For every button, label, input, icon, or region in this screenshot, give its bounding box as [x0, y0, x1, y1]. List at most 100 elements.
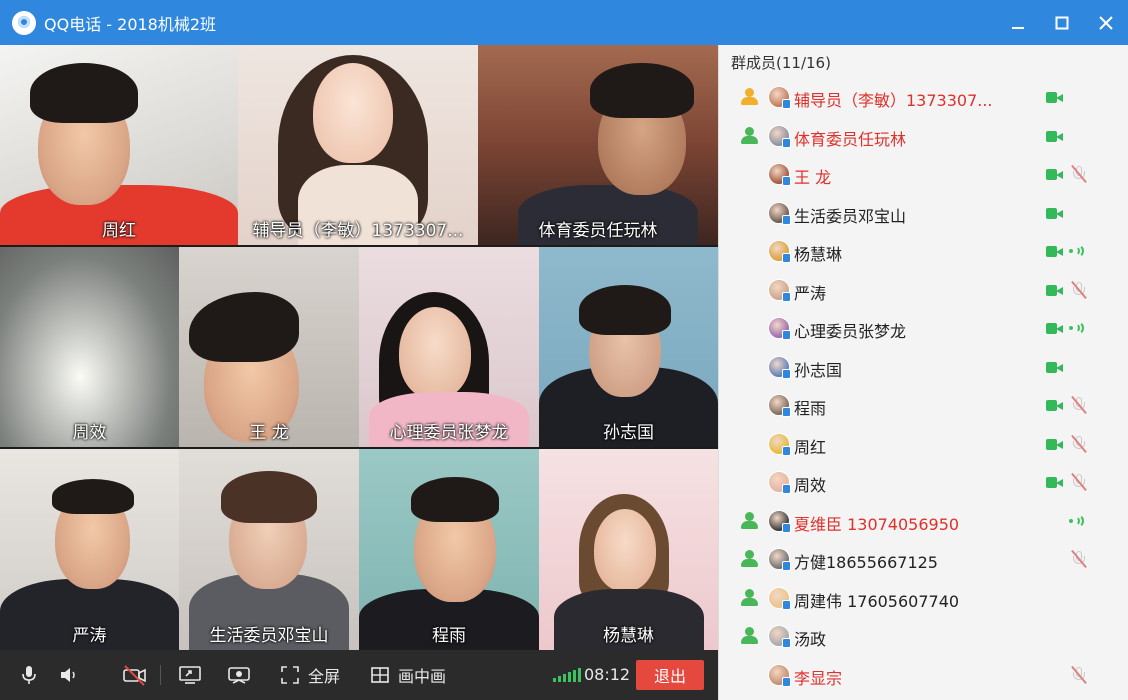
- member-name: 生活委员邓宝山: [794, 206, 907, 226]
- avatar: [768, 663, 791, 687]
- mic-muted-icon: [1069, 280, 1089, 300]
- video-tile[interactable]: 严涛: [0, 449, 179, 650]
- camera-toggle-button[interactable]: [122, 664, 148, 686]
- video-tile-name: 孙志国: [603, 423, 654, 443]
- member-row[interactable]: 方健18655667125: [719, 540, 1128, 578]
- avatar: [768, 471, 791, 494]
- avatar: [768, 355, 791, 379]
- device-badge-icon: [782, 407, 791, 417]
- camera-off-icon: [123, 665, 146, 686]
- member-row[interactable]: 体育委员任玩林: [719, 117, 1128, 155]
- video-tile[interactable]: 心理委员张梦龙: [359, 247, 539, 447]
- camera-on-icon: [1046, 361, 1063, 373]
- avatar: [768, 432, 791, 456]
- video-tile[interactable]: 周红: [0, 45, 238, 245]
- camera-on-icon: [1046, 323, 1063, 334]
- maximize-button[interactable]: [1040, 0, 1084, 45]
- maximize-icon: [1055, 16, 1069, 29]
- mic-muted-icon: [1069, 549, 1089, 569]
- screen-share-button[interactable]: [178, 664, 202, 686]
- device-badge-icon: [782, 99, 791, 109]
- mic-muted-icon: [1069, 164, 1089, 184]
- camera-switch-button[interactable]: [227, 664, 251, 686]
- device-badge-icon: [782, 445, 791, 456]
- camera-on-icon: [1046, 207, 1063, 219]
- picture-in-picture-icon: [371, 667, 389, 683]
- signal-strength-icon: [553, 668, 581, 682]
- camera-on-icon: [1046, 438, 1063, 450]
- member-row[interactable]: 李显宗: [719, 656, 1128, 694]
- avatar: [768, 394, 791, 417]
- member-row[interactable]: 孙志国: [719, 348, 1128, 386]
- member-row[interactable]: 汤政: [719, 617, 1128, 655]
- avatar: [768, 201, 791, 225]
- avatar: [768, 240, 791, 263]
- video-tile-name: 生活委员邓宝山: [209, 626, 329, 646]
- camera-switch-icon: [228, 667, 250, 684]
- admin-person-icon: [739, 511, 759, 531]
- video-tile-name: 程雨: [432, 626, 466, 646]
- member-name: 周红: [794, 437, 827, 457]
- video-tile[interactable]: 周效: [0, 247, 179, 447]
- toolbar-divider: [160, 665, 161, 685]
- video-tile-name: 周效: [72, 423, 107, 443]
- window-title: QQ电话 - 2018机械2班: [44, 14, 217, 34]
- mic-muted-icon: [1069, 472, 1089, 492]
- video-tile-name: 心理委员张梦龙: [389, 423, 509, 443]
- speaker-button[interactable]: [58, 664, 80, 686]
- member-row[interactable]: 周红: [719, 425, 1128, 463]
- video-tile[interactable]: 体育委员任玩林: [478, 45, 718, 245]
- member-row[interactable]: 杨慧琳: [719, 232, 1128, 270]
- fullscreen-button[interactable]: 全屏: [280, 663, 340, 687]
- camera-on-icon: [1046, 169, 1063, 180]
- close-button[interactable]: [1084, 0, 1128, 45]
- video-tile-name: 体育委员任玩林: [538, 221, 658, 241]
- video-tile-name: 辅导员（李敏）1373307...: [252, 221, 464, 241]
- video-tile[interactable]: 王 龙: [179, 247, 359, 447]
- device-badge-icon: [782, 484, 791, 494]
- video-tile-name: 王 龙: [249, 423, 289, 443]
- member-row[interactable]: 周建伟 17605607740: [719, 579, 1128, 617]
- avatar: [768, 278, 791, 302]
- member-row[interactable]: 生活委员邓宝山: [719, 194, 1128, 232]
- member-name: 体育委员任玩林: [794, 129, 907, 149]
- avatar: [768, 317, 791, 340]
- member-row[interactable]: 严涛: [719, 271, 1128, 309]
- avatar: [768, 86, 791, 109]
- member-panel: 群成员(11/16) 辅导员（李敏）1373307... 体育委员任玩林王 龙生活…: [718, 45, 1128, 700]
- admin-person-icon: [739, 549, 759, 569]
- screen-share-icon: [179, 666, 201, 684]
- call-duration: 08:12: [584, 665, 631, 684]
- member-row[interactable]: 辅导员（李敏）1373307...: [719, 78, 1128, 116]
- minimize-icon: [1012, 26, 1024, 29]
- member-row[interactable]: 夏维臣 13074056950: [719, 502, 1128, 540]
- speaking-icon: [1069, 241, 1089, 261]
- member-row[interactable]: 心理委员张梦龙: [719, 309, 1128, 347]
- video-grid: 周红 辅导员（李敏）1373307... 体育委员任玩林 周效 王 龙 心理委员…: [0, 45, 718, 650]
- member-row[interactable]: 王 龙: [719, 155, 1128, 193]
- device-badge-icon: [782, 599, 791, 610]
- avatar: [768, 163, 791, 186]
- fullscreen-icon: [281, 666, 299, 684]
- fullscreen-label: 全屏: [308, 667, 341, 686]
- video-tile[interactable]: 辅导员（李敏）1373307...: [238, 45, 478, 245]
- member-name: 周建伟 17605607740: [794, 591, 960, 611]
- exit-call-button[interactable]: 退出: [636, 660, 704, 690]
- microphone-button[interactable]: [18, 664, 40, 686]
- picture-in-picture-button[interactable]: 画中画: [370, 663, 446, 687]
- video-tile[interactable]: 生活委员邓宝山: [179, 449, 359, 650]
- device-badge-icon: [782, 214, 791, 225]
- close-icon: [1099, 15, 1113, 30]
- member-row[interactable]: 周效: [719, 463, 1128, 501]
- minimize-button[interactable]: [996, 0, 1040, 45]
- video-tile[interactable]: 孙志国: [539, 247, 718, 447]
- title-bar: QQ电话 - 2018机械2班: [0, 0, 1128, 45]
- video-tile[interactable]: 杨慧琳: [539, 449, 718, 650]
- member-name: 程雨: [794, 399, 827, 418]
- camera-on-icon: [1046, 400, 1063, 411]
- device-badge-icon: [782, 522, 791, 533]
- device-badge-icon: [782, 137, 791, 148]
- video-tile[interactable]: 程雨: [359, 449, 539, 650]
- member-row[interactable]: 程雨: [719, 386, 1128, 424]
- picture-in-picture-label: 画中画: [398, 667, 447, 686]
